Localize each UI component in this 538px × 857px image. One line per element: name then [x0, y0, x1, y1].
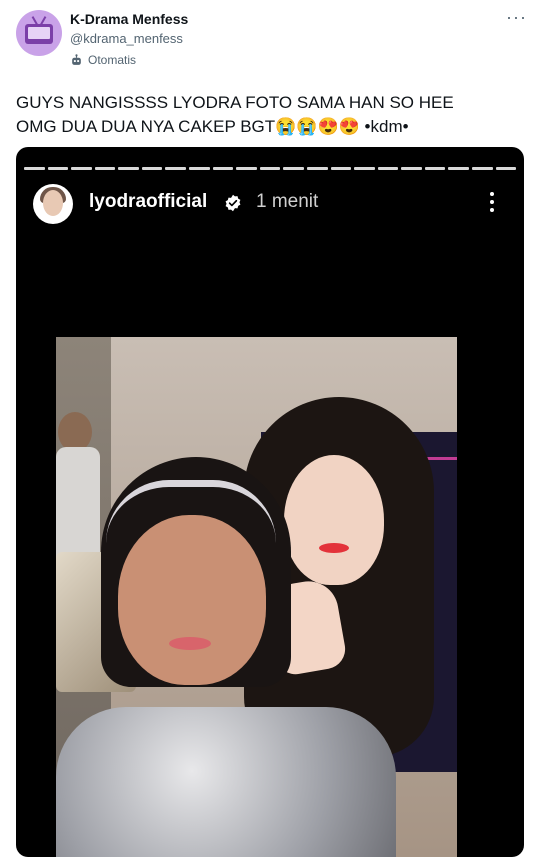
story-progress-segment — [94, 167, 116, 170]
story-progress-bar — [24, 167, 517, 170]
tv-screen — [28, 27, 50, 39]
story-progress-segment — [71, 167, 92, 170]
story-progress-segment — [283, 167, 304, 170]
story-progress-segment — [377, 167, 399, 170]
story-progress-segment — [165, 167, 187, 170]
bot-icon — [72, 53, 81, 65]
automated-account-label[interactable]: Otomatis — [70, 52, 136, 68]
tweet-text: GUYS NANGISSSS LYODRA FOTO SAMA HAN SO H… — [16, 93, 454, 136]
story-progress-segment — [495, 167, 517, 170]
story-progress-segment — [401, 167, 422, 170]
profile-avatar[interactable] — [16, 10, 62, 56]
story-progress-segment — [24, 167, 45, 170]
story-progress-segment — [330, 167, 352, 170]
story-progress-segment — [118, 167, 139, 170]
story-progress-segment — [189, 167, 210, 170]
story-progress-segment — [47, 167, 69, 170]
story-progress-segment — [236, 167, 257, 170]
story-progress-segment — [471, 167, 493, 170]
story-avatar[interactable] — [33, 184, 73, 224]
story-progress-segment — [354, 167, 375, 170]
person-left-lips — [169, 637, 211, 650]
tv-logo-icon — [25, 24, 53, 44]
story-photo — [56, 337, 457, 857]
story-progress-segment — [306, 167, 328, 170]
story-username[interactable]: lyodraofficial — [89, 191, 207, 213]
story-more-options-icon[interactable] — [484, 187, 500, 217]
story-progress-segment — [448, 167, 469, 170]
display-name[interactable]: K-Drama Menfess — [70, 11, 188, 27]
verified-badge-icon — [225, 194, 241, 212]
photo-background-person-head — [58, 412, 92, 452]
story-progress-segment — [141, 167, 163, 170]
story-avatar-face — [43, 190, 63, 216]
story-progress-segment — [424, 167, 446, 170]
tweet-media[interactable]: lyodraofficial 1 menit — [16, 147, 524, 857]
person-left-sparkly-dress — [56, 707, 396, 857]
user-handle[interactable]: @kdrama_menfess — [70, 31, 183, 46]
person-right-face — [284, 455, 384, 585]
story-progress-segment — [259, 167, 281, 170]
photo-background-person-body — [56, 447, 100, 567]
automated-text: Otomatis — [88, 53, 137, 67]
person-right-lips — [319, 543, 349, 553]
more-options-button[interactable]: ··· — [506, 8, 527, 26]
story-time: 1 menit — [256, 191, 319, 212]
story-progress-segment — [212, 167, 234, 170]
